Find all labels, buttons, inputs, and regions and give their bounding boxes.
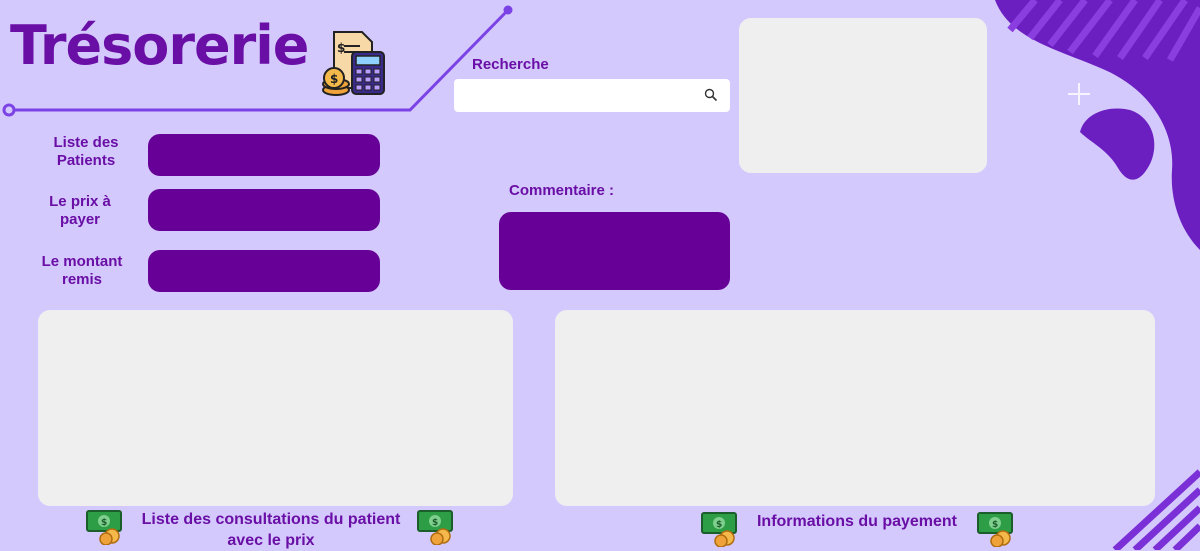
search-label: Recherche bbox=[472, 56, 549, 73]
receipt-calculator-icon: $ $ bbox=[322, 31, 385, 96]
svg-text:$: $ bbox=[337, 41, 345, 55]
money-bill-coins-icon: $ bbox=[86, 510, 122, 545]
comment-label: Commentaire : bbox=[509, 182, 615, 199]
money-bill-coins-icon: $ bbox=[417, 510, 453, 545]
money-bill-coins-icon: $ bbox=[977, 512, 1013, 547]
patients-select[interactable] bbox=[148, 134, 380, 176]
consultations-table[interactable] bbox=[38, 310, 513, 506]
svg-text:$: $ bbox=[101, 518, 107, 528]
svg-text:$: $ bbox=[992, 520, 998, 530]
comment-field[interactable] bbox=[499, 212, 730, 290]
svg-text:$: $ bbox=[330, 72, 338, 86]
search-input[interactable] bbox=[454, 79, 710, 110]
page-title: Trésorerie bbox=[10, 14, 309, 77]
amount-field[interactable] bbox=[148, 250, 380, 292]
image-panel bbox=[739, 18, 987, 173]
search-box bbox=[454, 79, 730, 112]
price-field[interactable] bbox=[148, 189, 380, 231]
amount-label: Le montant remis bbox=[41, 253, 123, 288]
patients-label: Liste des Patients bbox=[53, 134, 119, 169]
price-label: Le prix à payer bbox=[49, 193, 111, 228]
svg-text:$: $ bbox=[716, 520, 722, 530]
money-bill-coins-icon: $ bbox=[701, 512, 737, 547]
search-icon[interactable] bbox=[704, 88, 718, 102]
svg-text:$: $ bbox=[432, 518, 438, 528]
payment-caption: Informations du payement bbox=[756, 513, 958, 530]
consultations-caption: Liste des consultations du patient avec … bbox=[141, 511, 401, 549]
payment-info-table[interactable] bbox=[555, 310, 1155, 506]
